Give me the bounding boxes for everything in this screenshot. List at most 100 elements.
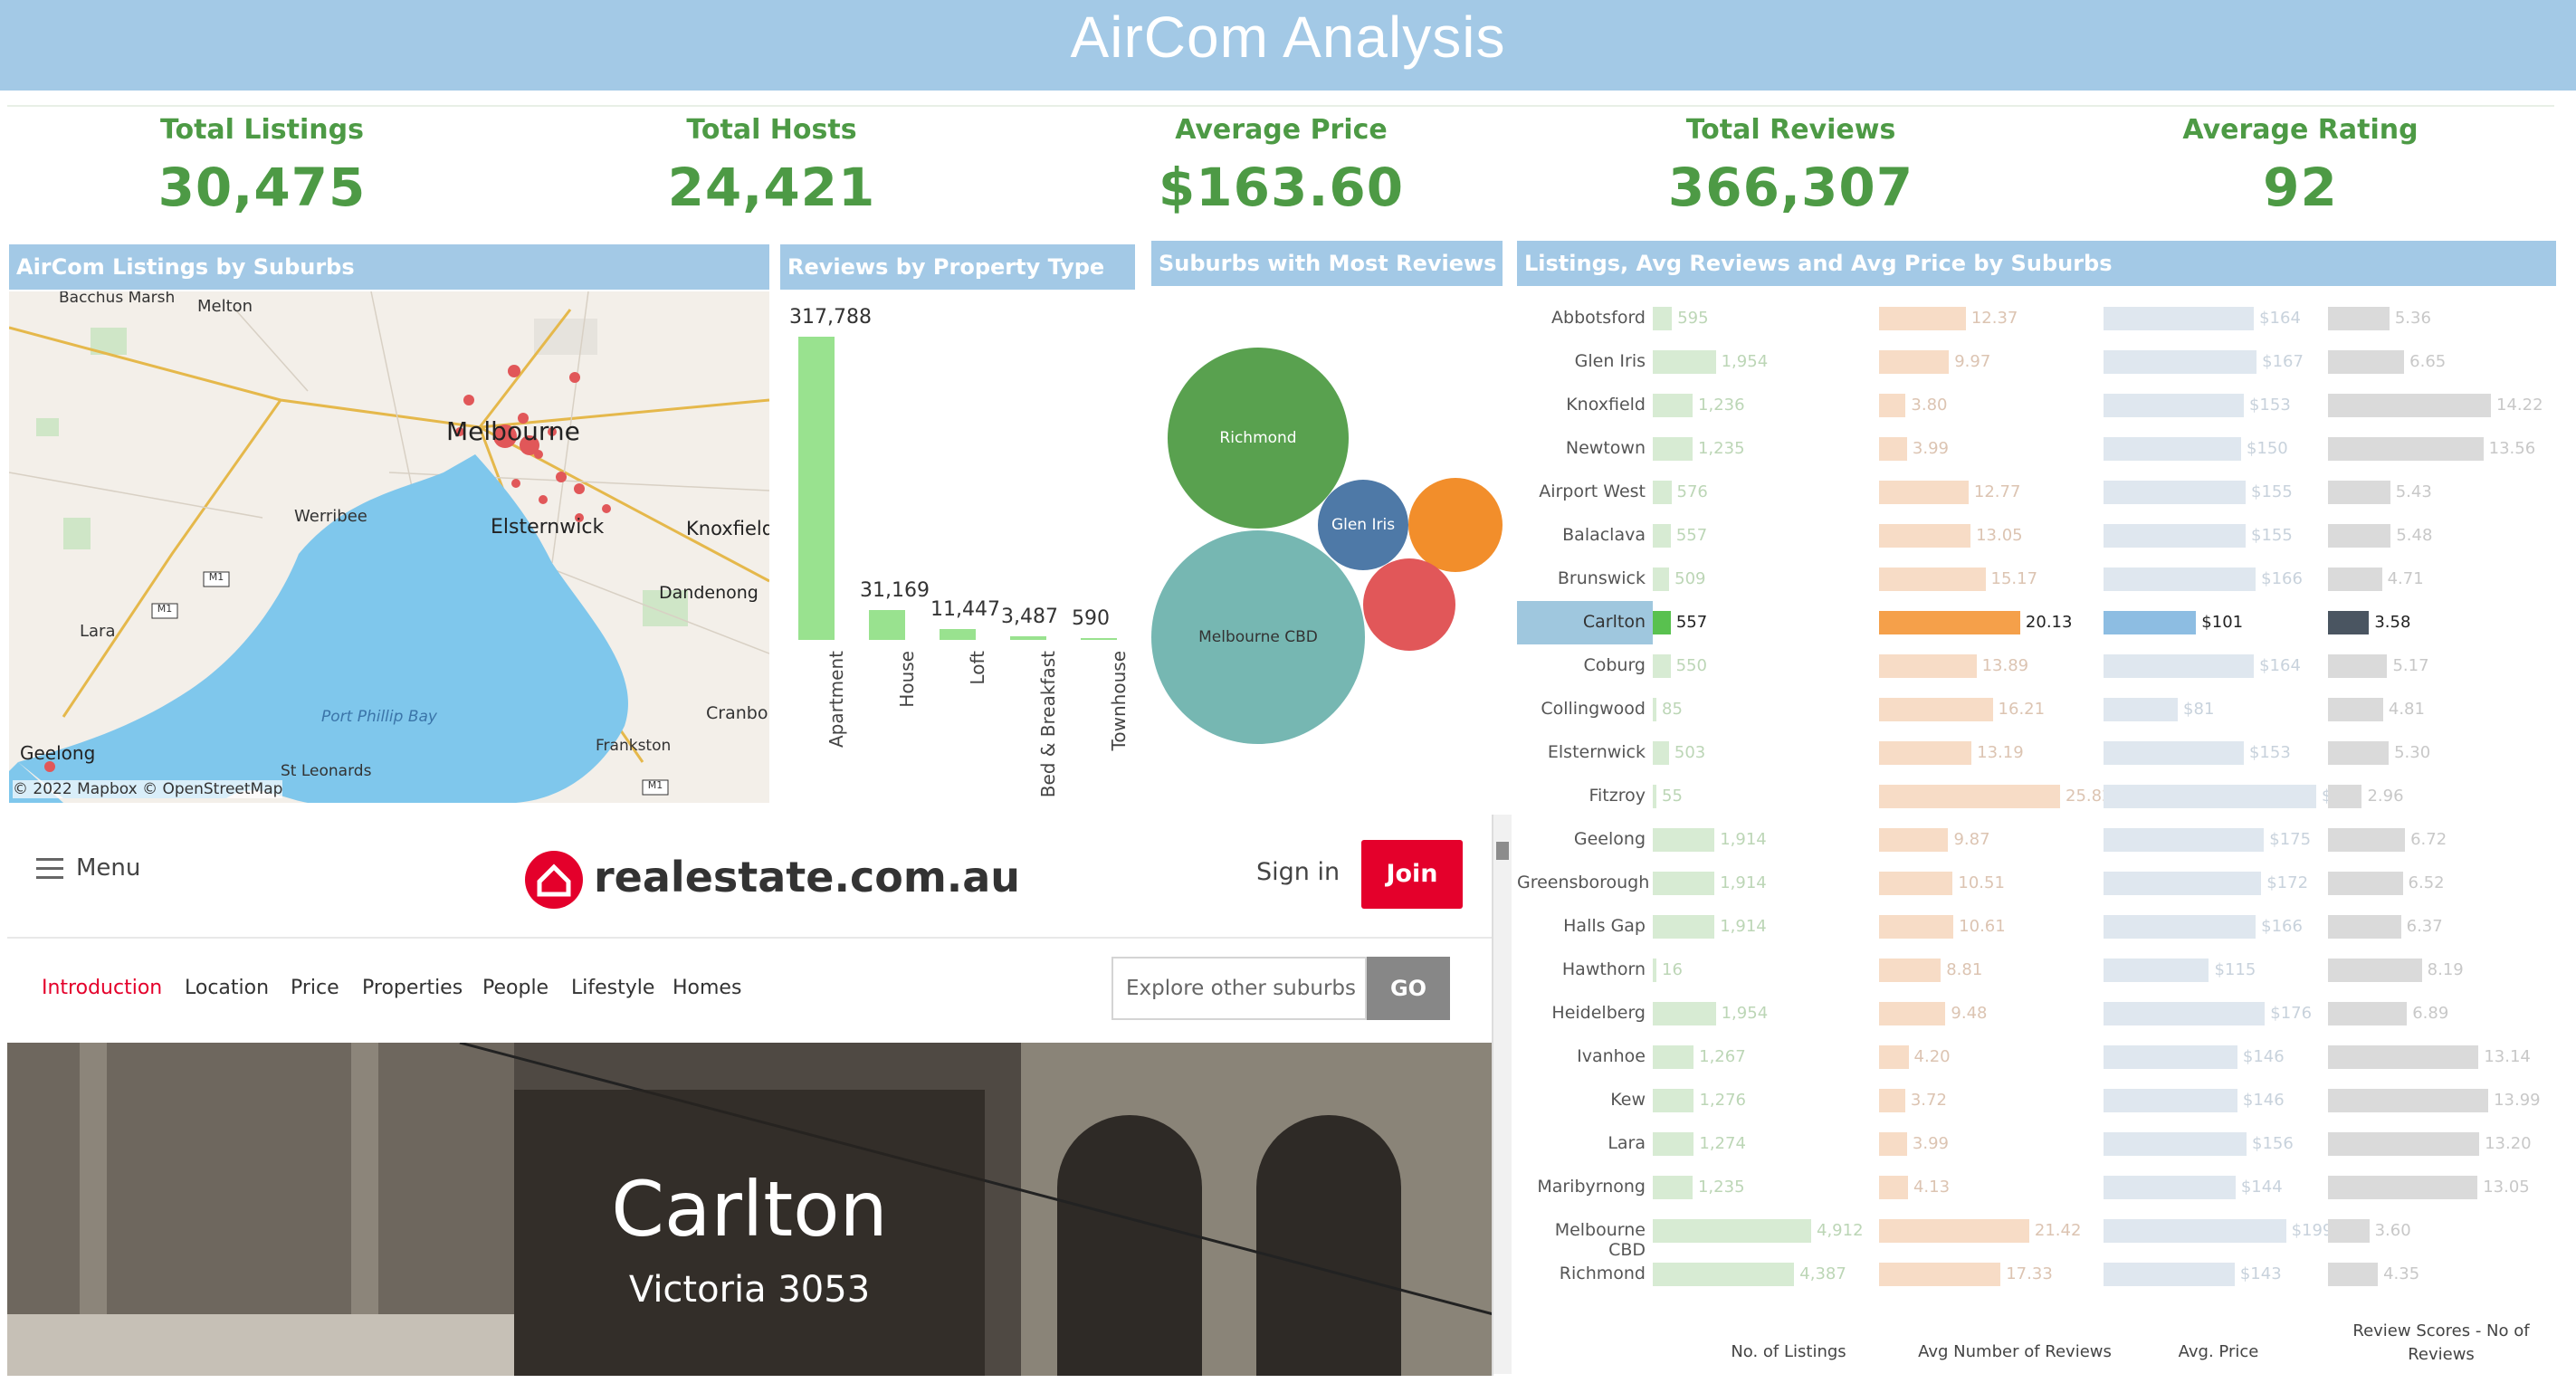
nav-introduction[interactable]: Introduction (42, 977, 162, 999)
suburb-bar[interactable] (1653, 1176, 1693, 1199)
suburb-bar[interactable] (1879, 698, 1993, 721)
suburb-name[interactable]: Halls Gap (1517, 916, 1646, 936)
suburb-bar[interactable] (2104, 741, 2244, 765)
suburb-name[interactable]: Kew (1517, 1090, 1646, 1110)
nav-lifestyle[interactable]: Lifestyle (571, 977, 654, 999)
suburb-bar[interactable] (2104, 481, 2246, 504)
property-bar[interactable] (940, 628, 976, 640)
suburb-name[interactable]: Newtown (1517, 438, 1646, 458)
suburb-bar[interactable] (2104, 1002, 2266, 1025)
suburb-bar[interactable] (2328, 524, 2391, 548)
sign-in-link[interactable]: Sign in (1256, 858, 1340, 886)
suburb-name[interactable]: Fitzroy (1517, 786, 1646, 806)
menu-button[interactable]: Menu (76, 854, 140, 882)
suburb-name[interactable]: Knoxfield (1517, 395, 1646, 415)
suburb-name[interactable]: Brunswick (1517, 568, 1646, 588)
suburb-map[interactable]: Bacchus Marsh Melton Melbourne Werribee … (9, 291, 769, 803)
suburb-bar[interactable] (2328, 872, 2403, 895)
suburb-name[interactable]: Abbotsford (1517, 308, 1646, 328)
suburb-bar[interactable] (2104, 698, 2179, 721)
suburb-bar[interactable] (2328, 611, 2370, 634)
join-button[interactable]: Join (1361, 840, 1463, 909)
suburb-name[interactable]: Richmond (1517, 1264, 1646, 1283)
suburb-name[interactable]: Lara (1517, 1133, 1646, 1153)
suburb-bar[interactable] (1879, 307, 1966, 330)
suburb-bar[interactable] (2328, 568, 2382, 591)
property-bar[interactable] (1081, 638, 1117, 640)
suburb-bar[interactable] (1653, 568, 1670, 591)
suburb-bar[interactable] (2104, 611, 2197, 634)
suburb-bar[interactable] (1653, 1002, 1716, 1025)
suburb-bar[interactable] (2328, 1045, 2479, 1069)
suburb-bar[interactable] (2104, 307, 2255, 330)
suburb-bar[interactable] (1879, 1089, 1905, 1112)
suburb-bar[interactable] (2328, 481, 2390, 504)
suburb-bar[interactable] (1879, 568, 1986, 591)
suburb-bar[interactable] (1879, 915, 1954, 939)
go-button[interactable]: GO (1367, 957, 1450, 1020)
suburb-bar[interactable] (1879, 828, 1949, 852)
suburb-bar[interactable] (1879, 350, 1950, 374)
suburb-bar[interactable] (2328, 1219, 2370, 1243)
suburb-bar[interactable] (1879, 1263, 2001, 1286)
suburb-bar[interactable] (1653, 350, 1716, 374)
suburb-bar[interactable] (1653, 872, 1715, 895)
suburb-name[interactable]: Heidelberg (1517, 1003, 1646, 1023)
nav-homes[interactable]: Homes (673, 977, 741, 999)
suburb-bar[interactable] (1653, 741, 1669, 765)
suburb-bar[interactable] (2104, 915, 2256, 939)
suburb-bar[interactable] (1879, 437, 1907, 461)
suburb-bar[interactable] (2328, 741, 2390, 765)
suburb-bar[interactable] (2104, 437, 2241, 461)
suburb-bar[interactable] (1653, 524, 1671, 548)
suburb-bar[interactable] (1653, 1089, 1694, 1112)
suburb-bar[interactable] (2328, 654, 2388, 678)
suburb-name[interactable]: Hawthorn (1517, 959, 1646, 979)
suburb-bar[interactable] (1879, 741, 1972, 765)
suburb-bar[interactable] (1879, 1002, 1946, 1025)
menu-icon[interactable] (36, 858, 63, 879)
suburb-bar[interactable] (2328, 1263, 2379, 1286)
suburb-bar[interactable] (2104, 350, 2257, 374)
re-scrollbar-thumb[interactable] (1496, 842, 1509, 860)
suburb-bar[interactable] (2328, 915, 2401, 939)
nav-price[interactable]: Price (291, 977, 339, 999)
suburb-name[interactable]: Balaclava (1517, 525, 1646, 545)
suburb-bar[interactable] (1653, 481, 1672, 504)
property-bar[interactable] (798, 337, 835, 640)
suburb-bar[interactable] (1653, 611, 1671, 634)
suburb-name[interactable]: Collingwood (1517, 699, 1646, 719)
suburb-name[interactable]: Coburg (1517, 655, 1646, 675)
map-attribution[interactable]: © 2022 Mapbox © OpenStreetMap (13, 780, 283, 798)
suburb-bar[interactable] (2328, 394, 2491, 417)
suburb-bar[interactable] (2104, 872, 2262, 895)
suburb-bar[interactable] (1879, 872, 1953, 895)
suburb-bar[interactable] (2104, 785, 2316, 808)
suburb-bar[interactable] (2104, 1219, 2286, 1243)
suburb-name[interactable]: Elsternwick (1517, 742, 1646, 762)
suburb-bar[interactable] (1879, 654, 1977, 678)
suburb-bar[interactable] (2104, 654, 2255, 678)
suburb-name[interactable]: Melbourne CBD (1517, 1220, 1646, 1260)
suburb-bar[interactable] (1879, 1045, 1909, 1069)
suburb-bar[interactable] (2104, 1132, 2247, 1156)
suburb-bar[interactable] (2104, 1263, 2235, 1286)
suburb-bar[interactable] (2104, 1045, 2237, 1069)
suburb-bar[interactable] (1653, 698, 1656, 721)
suburb-bar[interactable] (2104, 959, 2209, 982)
suburb-bar[interactable] (1653, 654, 1671, 678)
suburb-bar[interactable] (1879, 611, 2020, 634)
suburb-bar[interactable] (2104, 524, 2246, 548)
suburb-bar[interactable] (1653, 1045, 1694, 1069)
suburb-name[interactable]: Maribyrnong (1517, 1177, 1646, 1197)
suburb-bar[interactable] (1879, 481, 1969, 504)
suburb-bar[interactable] (2104, 568, 2256, 591)
property-bar[interactable] (869, 610, 905, 640)
nav-location[interactable]: Location (185, 977, 269, 999)
suburb-bar[interactable] (2328, 437, 2484, 461)
suburb-bar[interactable] (1879, 1176, 1908, 1199)
nav-properties[interactable]: Properties (362, 977, 463, 999)
realestate-logo[interactable]: realestate.com.au (594, 853, 1020, 901)
suburb-name[interactable]: Geelong (1517, 829, 1646, 849)
suburb-bar[interactable] (2104, 1089, 2237, 1112)
